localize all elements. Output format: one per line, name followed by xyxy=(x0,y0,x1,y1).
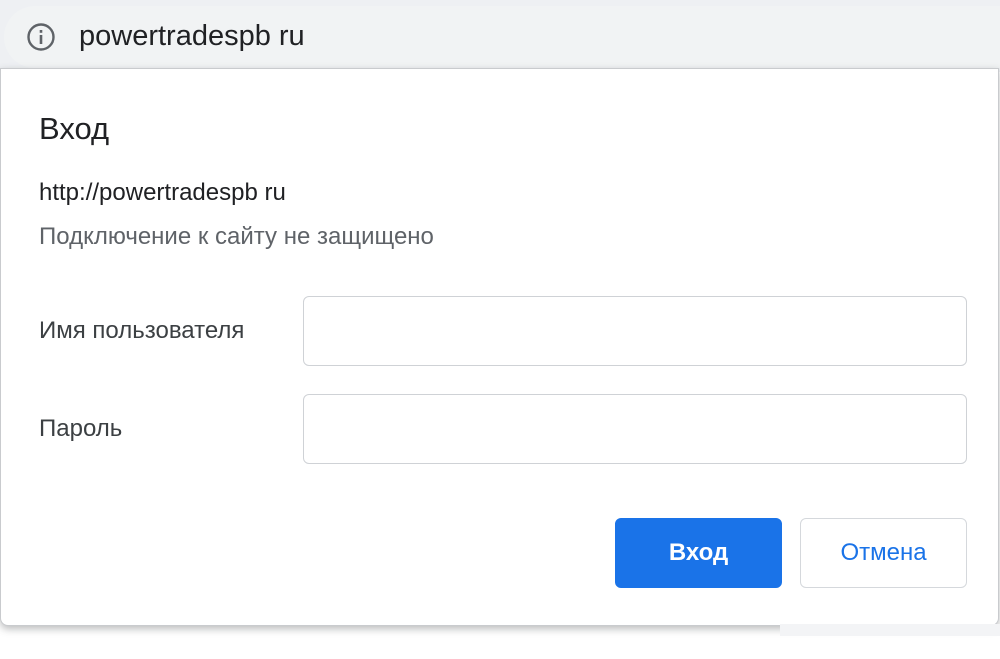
browser-window: powertradespb ru Вход http://powertrades… xyxy=(0,0,1000,659)
login-button[interactable]: Вход xyxy=(615,518,782,588)
username-label: Имя пользователя xyxy=(39,317,245,344)
password-input[interactable] xyxy=(303,394,967,464)
background-strip xyxy=(780,624,1000,636)
dialog-title: Вход xyxy=(39,111,110,146)
address-bar-url[interactable]: powertradespb ru xyxy=(79,16,305,56)
connection-warning: Подключение к сайту не защищено xyxy=(39,223,434,250)
username-input[interactable] xyxy=(303,296,967,366)
info-icon[interactable] xyxy=(26,22,56,52)
password-label: Пароль xyxy=(39,415,123,442)
dialog-origin: http://powertradespb ru xyxy=(39,179,286,206)
auth-dialog: Вход http://powertradespb ru Подключение… xyxy=(0,68,999,626)
address-bar-area: powertradespb ru xyxy=(0,0,1000,72)
cancel-button[interactable]: Отмена xyxy=(800,518,967,588)
